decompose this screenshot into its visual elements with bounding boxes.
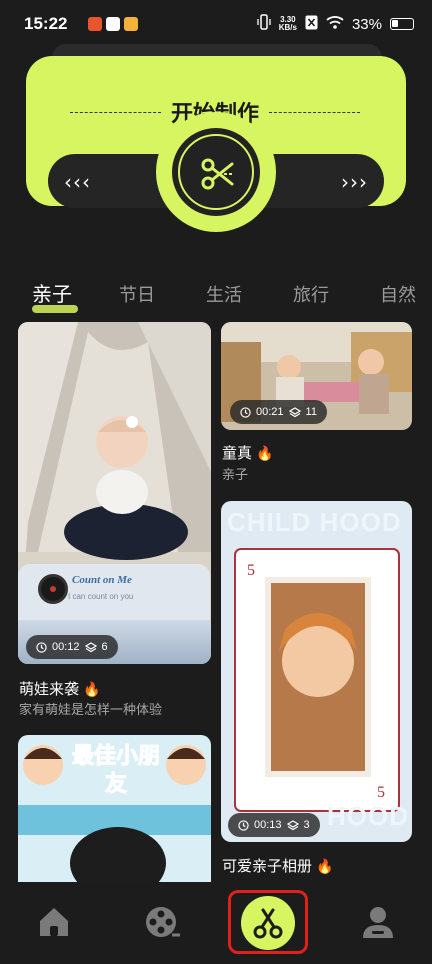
net-speed: 3.30 KB/s	[279, 16, 297, 32]
card-layers: 6	[101, 641, 108, 653]
music-disc-icon	[38, 574, 68, 604]
clock-icon	[238, 819, 249, 831]
card-duration: 00:21	[256, 406, 284, 418]
music-lyric: I can count on you	[68, 592, 134, 601]
poster-text: 最佳小朋友	[71, 744, 160, 798]
card-title[interactable]: 童真 🔥	[222, 442, 273, 463]
fire-icon: 🔥	[83, 682, 101, 698]
card-subtitle: 家有萌娃是怎样一种体验	[19, 703, 163, 718]
scissors-icon	[201, 158, 234, 190]
nav-profile[interactable]	[358, 902, 398, 942]
notification-app-icon	[106, 17, 120, 31]
tab-holiday[interactable]: 节日	[119, 281, 155, 307]
card-subtitle: 亲子	[222, 468, 249, 483]
card-thumbnail: 5 5	[221, 501, 412, 842]
template-card[interactable]: Count on Me I can count on you 00:12 6	[18, 322, 211, 664]
battery-percent: 33%	[351, 15, 382, 33]
nav-create[interactable]	[228, 890, 308, 954]
scissors-icon	[253, 908, 283, 939]
nav-create-button[interactable]	[241, 896, 295, 950]
wifi-icon	[326, 15, 344, 33]
tab-travel[interactable]: 旅行	[293, 281, 329, 307]
vibrate-icon	[257, 14, 271, 34]
notification-app-icon	[124, 17, 138, 31]
clock-icon	[240, 406, 251, 418]
card-title[interactable]: 萌娃来袭 🔥	[19, 678, 100, 699]
card-layers: 11	[305, 406, 317, 418]
card-title[interactable]: 可爱亲子相册 🔥	[222, 855, 333, 876]
card-duration: 00:13	[254, 819, 282, 831]
net-speed-unit: KB/s	[278, 23, 297, 32]
status-right-group: 3.30 KB/s 33%	[257, 14, 414, 34]
create-button-ring[interactable]	[178, 134, 254, 210]
film-reel-icon	[146, 907, 180, 937]
tab-nature[interactable]: 自然	[380, 281, 416, 307]
bottom-nav	[0, 882, 432, 964]
template-card[interactable]: 00:21 11	[221, 322, 412, 430]
nav-templates[interactable]	[142, 902, 182, 942]
status-bar: 15:22 3.30 KB/s 33%	[0, 0, 432, 48]
tab-life[interactable]: 生活	[206, 281, 242, 307]
poster-text-bottom: HOOD	[327, 801, 409, 831]
status-time: 15:22	[24, 14, 68, 33]
template-card[interactable]: 5 5 CHILD HOOD HOOD 00:13 3	[221, 501, 412, 842]
template-card[interactable]: 最佳小朋友	[18, 735, 211, 882]
profile-icon	[363, 907, 393, 938]
chevrons-right-icon: ›››	[341, 170, 368, 194]
card-meta: 00:21 11	[230, 400, 327, 424]
title-dash-right	[269, 111, 361, 113]
title-dash-left	[70, 111, 161, 113]
poster-text-top: CHILD HOOD	[227, 507, 402, 537]
music-title: Count on Me	[72, 574, 132, 586]
card-meta: 00:13 3	[228, 813, 320, 837]
card-duration: 00:12	[52, 641, 80, 653]
card-title-text: 萌娃来袭	[19, 680, 80, 698]
card-layers: 3	[303, 819, 310, 831]
notification-app-icon	[88, 17, 102, 31]
music-widget: Count on Me I can count on you	[18, 564, 210, 620]
layers-icon	[288, 406, 301, 417]
clock-icon	[36, 641, 47, 653]
fire-icon: 🔥	[316, 859, 334, 875]
svg-text:5: 5	[247, 562, 255, 579]
battery-icon	[390, 18, 414, 30]
card-title-text: 童真	[222, 444, 253, 462]
fire-icon: 🔥	[256, 446, 274, 462]
chevrons-left-icon: ‹‹‹	[64, 170, 91, 194]
category-tabs: 亲子 节日 生活 旅行 自然	[0, 278, 432, 314]
nav-home[interactable]	[34, 902, 74, 942]
layers-icon	[286, 819, 299, 830]
layers-icon	[84, 641, 97, 652]
home-icon	[40, 908, 68, 936]
card-title-text: 可爱亲子相册	[222, 857, 313, 875]
sim-icon	[305, 15, 318, 34]
svg-text:5: 5	[377, 784, 385, 801]
tab-parent-child[interactable]: 亲子	[32, 278, 72, 307]
card-meta: 00:12 6	[26, 635, 118, 659]
